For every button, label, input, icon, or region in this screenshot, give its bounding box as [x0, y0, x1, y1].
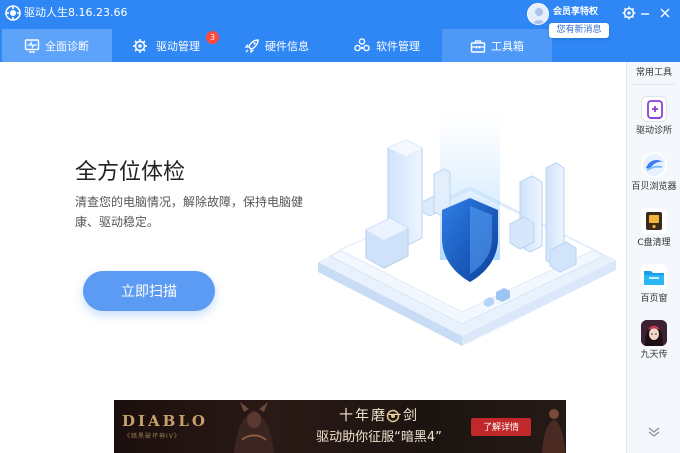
- cubes-icon: [354, 38, 370, 52]
- sidebar-item-browser[interactable]: 百贝浏览器: [627, 152, 680, 206]
- new-message-tooltip[interactable]: 您有新消息: [549, 23, 609, 38]
- sidebar-item-label: 百页窗: [640, 294, 668, 304]
- scan-now-button[interactable]: 立即扫描: [83, 271, 215, 311]
- double-chevron-down-icon[interactable]: [647, 426, 661, 438]
- driver-clinic-icon: [641, 96, 667, 122]
- minimize-icon[interactable]: [637, 5, 653, 21]
- sidebar-item-driver-clinic[interactable]: 驱动诊所: [627, 96, 680, 150]
- toolbox-icon: [470, 40, 486, 53]
- banner-ring-icon: [386, 409, 400, 423]
- tab-label: 驱动管理: [156, 40, 200, 53]
- vip-privilege-link[interactable]: 会员享特权: [553, 6, 598, 18]
- tab-hardware-info[interactable]: 硬件信息: [222, 29, 332, 62]
- promo-banner[interactable]: DIABLO 《暗黑破坏神IV》 十年磨一剑 驱动助你征服“暗黑4” 了解详情: [114, 400, 566, 453]
- sidebar-item-label: 九天传: [640, 350, 668, 360]
- monitor-pulse-icon: [24, 39, 40, 53]
- sidebar-item-label: 百贝浏览器: [631, 182, 677, 192]
- tab-driver-management[interactable]: 驱动管理: [112, 29, 222, 62]
- banner-subheadline: 驱动助你征服“暗黑4”: [316, 430, 442, 445]
- sidebar-item-disk-clean[interactable]: C盘清理: [627, 208, 680, 262]
- driver-logo-icon: [5, 5, 21, 21]
- driver-update-count-badge: 3: [206, 31, 219, 44]
- learn-more-button[interactable]: 了解详情: [471, 418, 531, 436]
- tab-label: 软件管理: [376, 40, 420, 53]
- rocket-icon: [244, 39, 259, 54]
- banner-headline: 十年磨一剑: [339, 408, 419, 424]
- demon-figure-image: [234, 402, 274, 453]
- banner-game-subtitle: 《暗黑破坏神IV》: [124, 433, 181, 440]
- window-folder-icon: [641, 264, 667, 290]
- gear-icon: [133, 39, 147, 53]
- tab-label: 全面诊断: [45, 40, 89, 53]
- sidebar-item-label: C盘清理: [637, 238, 671, 248]
- settings-icon[interactable]: [621, 5, 637, 21]
- tab-label: 硬件信息: [265, 40, 309, 53]
- sidebar-title: 常用工具: [635, 68, 672, 78]
- diagnosis-illustration: [318, 110, 616, 346]
- sidebar-divider: [633, 84, 675, 85]
- tab-toolbox[interactable]: 工具箱: [442, 29, 552, 62]
- page-title: 全方位体检: [75, 160, 186, 185]
- common-tools-sidebar: 常用工具 驱动诊所 百贝浏览器 C盘清理 百页窗 九天传: [626, 62, 680, 453]
- game-avatar-icon: [641, 320, 667, 346]
- sidebar-item-window-folder[interactable]: 百页窗: [627, 264, 680, 318]
- disk-clean-icon: [641, 208, 667, 234]
- user-avatar-icon[interactable]: [527, 3, 549, 25]
- banner-character-image: [542, 409, 565, 453]
- close-icon[interactable]: [657, 5, 673, 21]
- sidebar-item-game[interactable]: 九天传: [627, 320, 680, 374]
- sidebar-item-label: 驱动诊所: [635, 126, 672, 136]
- browser-icon: [641, 152, 667, 178]
- tab-software-management[interactable]: 软件管理: [332, 29, 442, 62]
- tab-full-diagnosis[interactable]: 全面诊断: [2, 29, 112, 62]
- app-title: 驱动人生8.16.23.66: [24, 6, 128, 19]
- banner-game-logo: DIABLO: [122, 412, 208, 430]
- page-description: 清查您的电脑情况，解除故障，保持电脑健康、驱动稳定。: [75, 195, 304, 229]
- tab-label: 工具箱: [491, 40, 524, 53]
